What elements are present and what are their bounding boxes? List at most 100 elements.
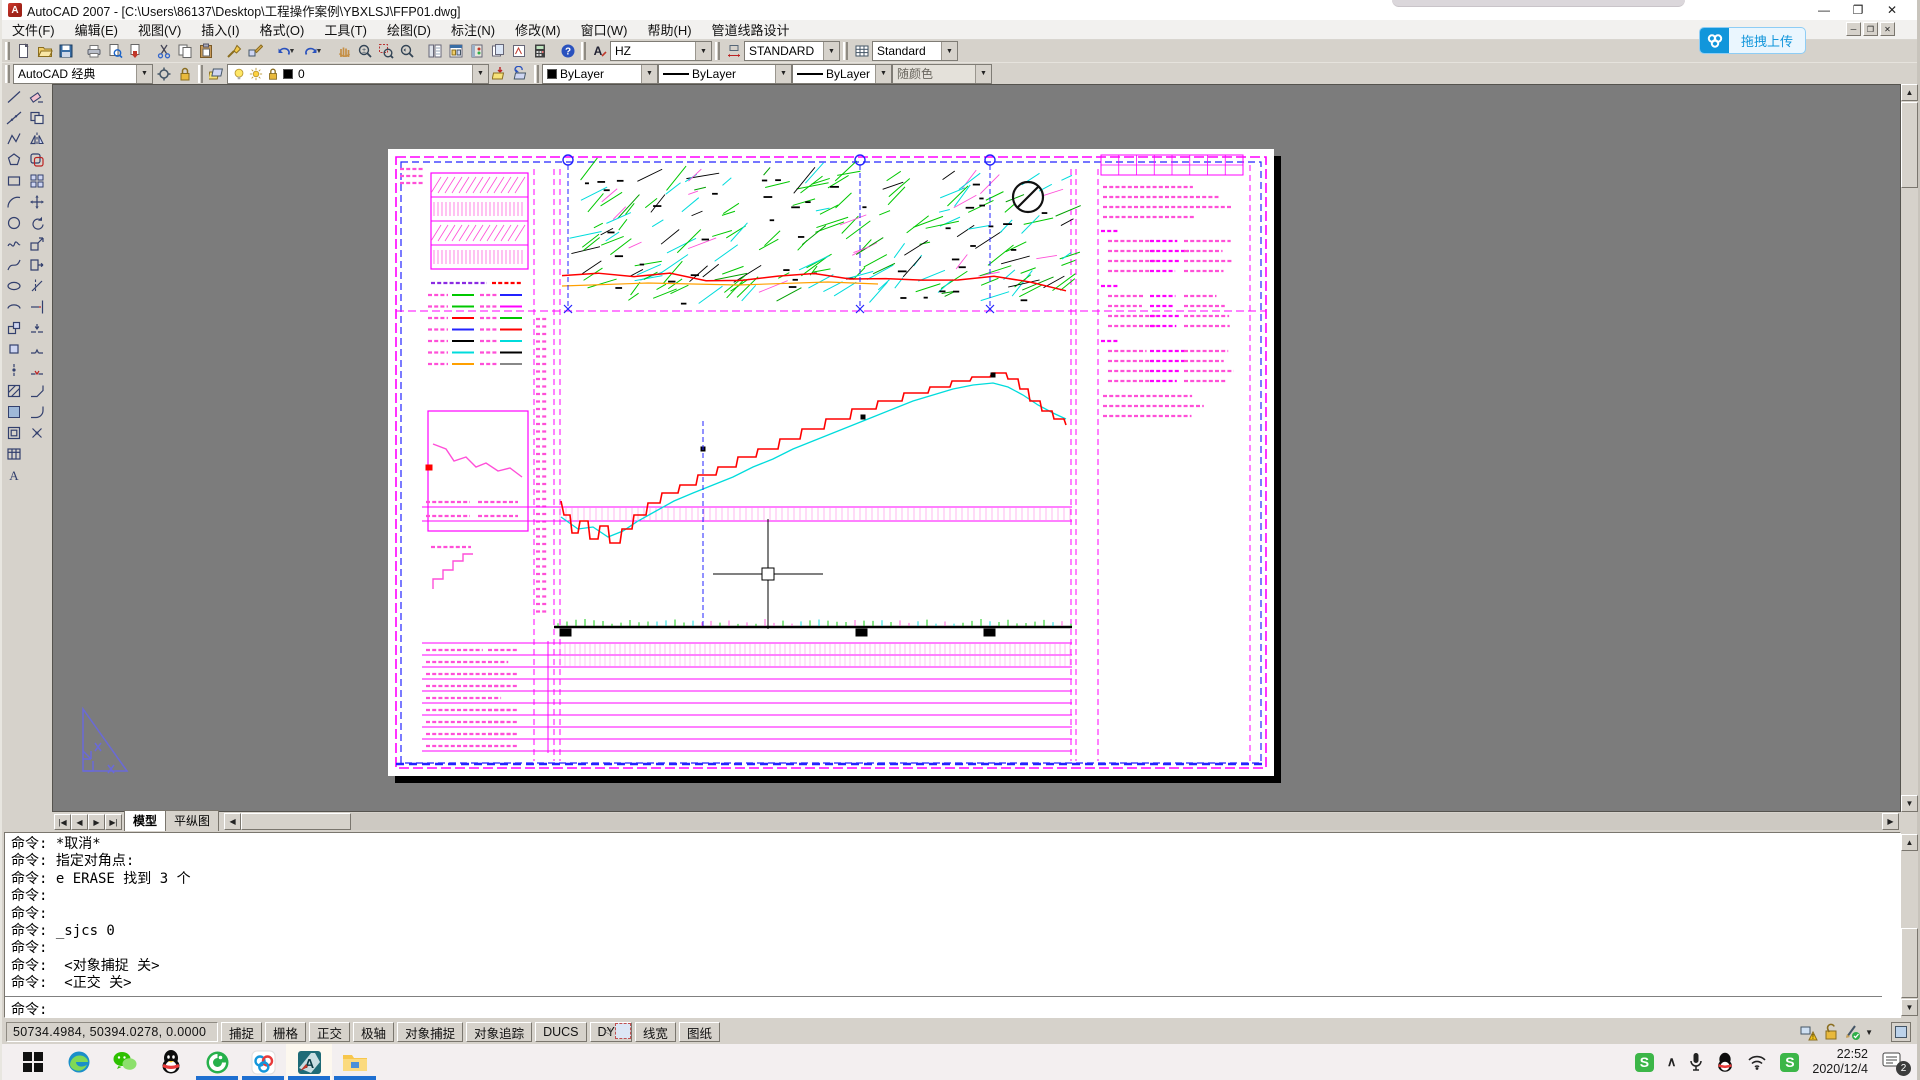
taskbar-edge-icon[interactable]: [56, 1044, 102, 1080]
ellipse-arc-button[interactable]: [4, 296, 25, 317]
menu-item-12[interactable]: 管道线路设计: [702, 20, 800, 40]
qnew-button[interactable]: [13, 41, 34, 62]
paste-button[interactable]: [195, 41, 216, 62]
drawing-vertical-scrollbar[interactable]: ▲ ▼: [1901, 84, 1918, 812]
taskbar-qq-icon[interactable]: [148, 1044, 194, 1080]
lineweight-combo[interactable]: ByLayer▼: [792, 64, 892, 84]
tab-模型[interactable]: 模型: [124, 810, 166, 831]
mdi-close-button[interactable]: ✕: [1880, 22, 1895, 36]
status-menu-arrow[interactable]: ▼: [1865, 1028, 1873, 1037]
menu-item-6[interactable]: 工具(T): [314, 20, 377, 40]
gradient-button[interactable]: [4, 401, 25, 422]
block-editor-button[interactable]: [244, 41, 265, 62]
drawing-horizontal-scrollbar[interactable]: ◀ ▶: [224, 813, 1899, 830]
construction-line-button[interactable]: [4, 107, 25, 128]
taskbar-start-icon[interactable]: [10, 1044, 56, 1080]
arc-button[interactable]: [4, 191, 25, 212]
chamfer-button[interactable]: [27, 380, 48, 401]
comm-center-icon[interactable]: [615, 1023, 631, 1039]
menu-item-2[interactable]: 编辑(E): [65, 20, 128, 40]
multiline-text-button[interactable]: A: [4, 464, 25, 485]
workspace-combo[interactable]: AutoCAD 经典▼: [13, 64, 153, 84]
lock-button[interactable]: [174, 63, 195, 84]
join-button[interactable]: [27, 359, 48, 380]
save-button[interactable]: [55, 41, 76, 62]
polygon-button[interactable]: [4, 149, 25, 170]
cmd-scroll-thumb[interactable]: [1901, 928, 1918, 998]
redo-button[interactable]: ▼: [299, 41, 326, 62]
toggle-对象捕捉[interactable]: 对象捕捉: [397, 1022, 463, 1042]
zoom-window-button[interactable]: [375, 41, 396, 62]
trim-button[interactable]: [27, 275, 48, 296]
cmd-scroll-up-arrow[interactable]: ▲: [1901, 834, 1918, 851]
first-tab-button[interactable]: |◀: [54, 814, 71, 830]
dim-style-combo[interactable]: STANDARD▼: [744, 41, 840, 61]
hatch-button[interactable]: [4, 380, 25, 401]
clean-tools-icon[interactable]: [1843, 1023, 1861, 1041]
notification-center-icon[interactable]: 2: [1881, 1050, 1907, 1074]
toggle-捕捉[interactable]: 捕捉: [221, 1022, 262, 1042]
drawing-area[interactable]: [52, 84, 1901, 812]
minimize-button[interactable]: —: [1807, 0, 1841, 20]
toolbar-grip[interactable]: [5, 65, 10, 83]
rotate-button[interactable]: [27, 212, 48, 233]
text-style-combo[interactable]: HZ▼: [610, 41, 712, 61]
menu-item-4[interactable]: 插入(I): [191, 20, 249, 40]
circle-button[interactable]: [4, 212, 25, 233]
horizontal-scroll-thumb[interactable]: [241, 813, 351, 830]
move-button[interactable]: [27, 191, 48, 212]
taskbar-file-explorer-icon[interactable]: [332, 1044, 378, 1080]
tray-microphone-icon[interactable]: [1689, 1052, 1703, 1072]
tray-collapse-arrow[interactable]: ◁: [604, 1026, 611, 1037]
point-button[interactable]: [4, 359, 25, 380]
menu-item-3[interactable]: 视图(V): [128, 20, 191, 40]
plot-preview-button[interactable]: [104, 41, 125, 62]
break-at-point-button[interactable]: [27, 317, 48, 338]
tray-sogou-input-2-icon[interactable]: S: [1780, 1053, 1799, 1072]
netdisk-upload-button[interactable]: 拖拽上传: [1699, 27, 1806, 54]
zoom-realtime-button[interactable]: ±: [354, 41, 375, 62]
workspace-combo-dropdown-arrow[interactable]: ▼: [136, 65, 152, 83]
cut-button[interactable]: [153, 41, 174, 62]
array-button[interactable]: [27, 170, 48, 191]
toggle-DUCS[interactable]: DUCS: [535, 1022, 586, 1042]
menu-item-1[interactable]: 文件(F): [2, 20, 65, 40]
copy-object-button[interactable]: [27, 107, 48, 128]
mdi-restore-button[interactable]: ❐: [1863, 22, 1878, 36]
explode-button[interactable]: [27, 422, 48, 443]
menu-item-11[interactable]: 帮助(H): [638, 20, 702, 40]
properties-button[interactable]: [424, 41, 445, 62]
erase-button[interactable]: [27, 86, 48, 107]
offset-button[interactable]: [27, 149, 48, 170]
workspace-settings-button[interactable]: [153, 63, 174, 84]
vertical-scroll-thumb[interactable]: [1901, 102, 1918, 188]
last-tab-button[interactable]: ▶|: [105, 814, 122, 830]
line-button[interactable]: [4, 86, 25, 107]
menu-item-10[interactable]: 窗口(W): [571, 20, 638, 40]
markup-set-manager-button[interactable]: [508, 41, 529, 62]
tray-qq-tray-icon[interactable]: [1716, 1052, 1734, 1073]
restore-button[interactable]: ❐: [1841, 0, 1875, 20]
layer-properties-manager-button[interactable]: [206, 63, 227, 84]
menu-item-9[interactable]: 修改(M): [505, 20, 571, 40]
scroll-up-arrow[interactable]: ▲: [1901, 84, 1918, 101]
toggle-正交[interactable]: 正交: [309, 1022, 350, 1042]
fillet-button[interactable]: [27, 401, 48, 422]
toolbar-grip[interactable]: [5, 42, 10, 60]
toolbar-grip[interactable]: [715, 42, 720, 60]
menu-item-5[interactable]: 格式(O): [250, 20, 315, 40]
pan-button[interactable]: [333, 41, 354, 62]
toggle-极轴[interactable]: 极轴: [353, 1022, 394, 1042]
toolbar-grip[interactable]: [534, 65, 539, 83]
extend-button[interactable]: [27, 296, 48, 317]
scroll-left-arrow[interactable]: ◀: [224, 813, 241, 830]
dim-style-combo-dropdown-arrow[interactable]: ▼: [823, 42, 839, 60]
scroll-right-arrow[interactable]: ▶: [1882, 813, 1899, 830]
prev-tab-button[interactable]: ◀: [71, 814, 88, 830]
quickcalc-button[interactable]: [529, 41, 550, 62]
linetype-combo[interactable]: ByLayer▼: [658, 64, 792, 84]
open-button[interactable]: [34, 41, 55, 62]
plot-style-combo-dropdown-arrow[interactable]: ▼: [975, 65, 991, 83]
command-scrollbar[interactable]: ▲ ▼: [1901, 834, 1918, 1016]
scroll-down-arrow[interactable]: ▼: [1901, 795, 1918, 812]
